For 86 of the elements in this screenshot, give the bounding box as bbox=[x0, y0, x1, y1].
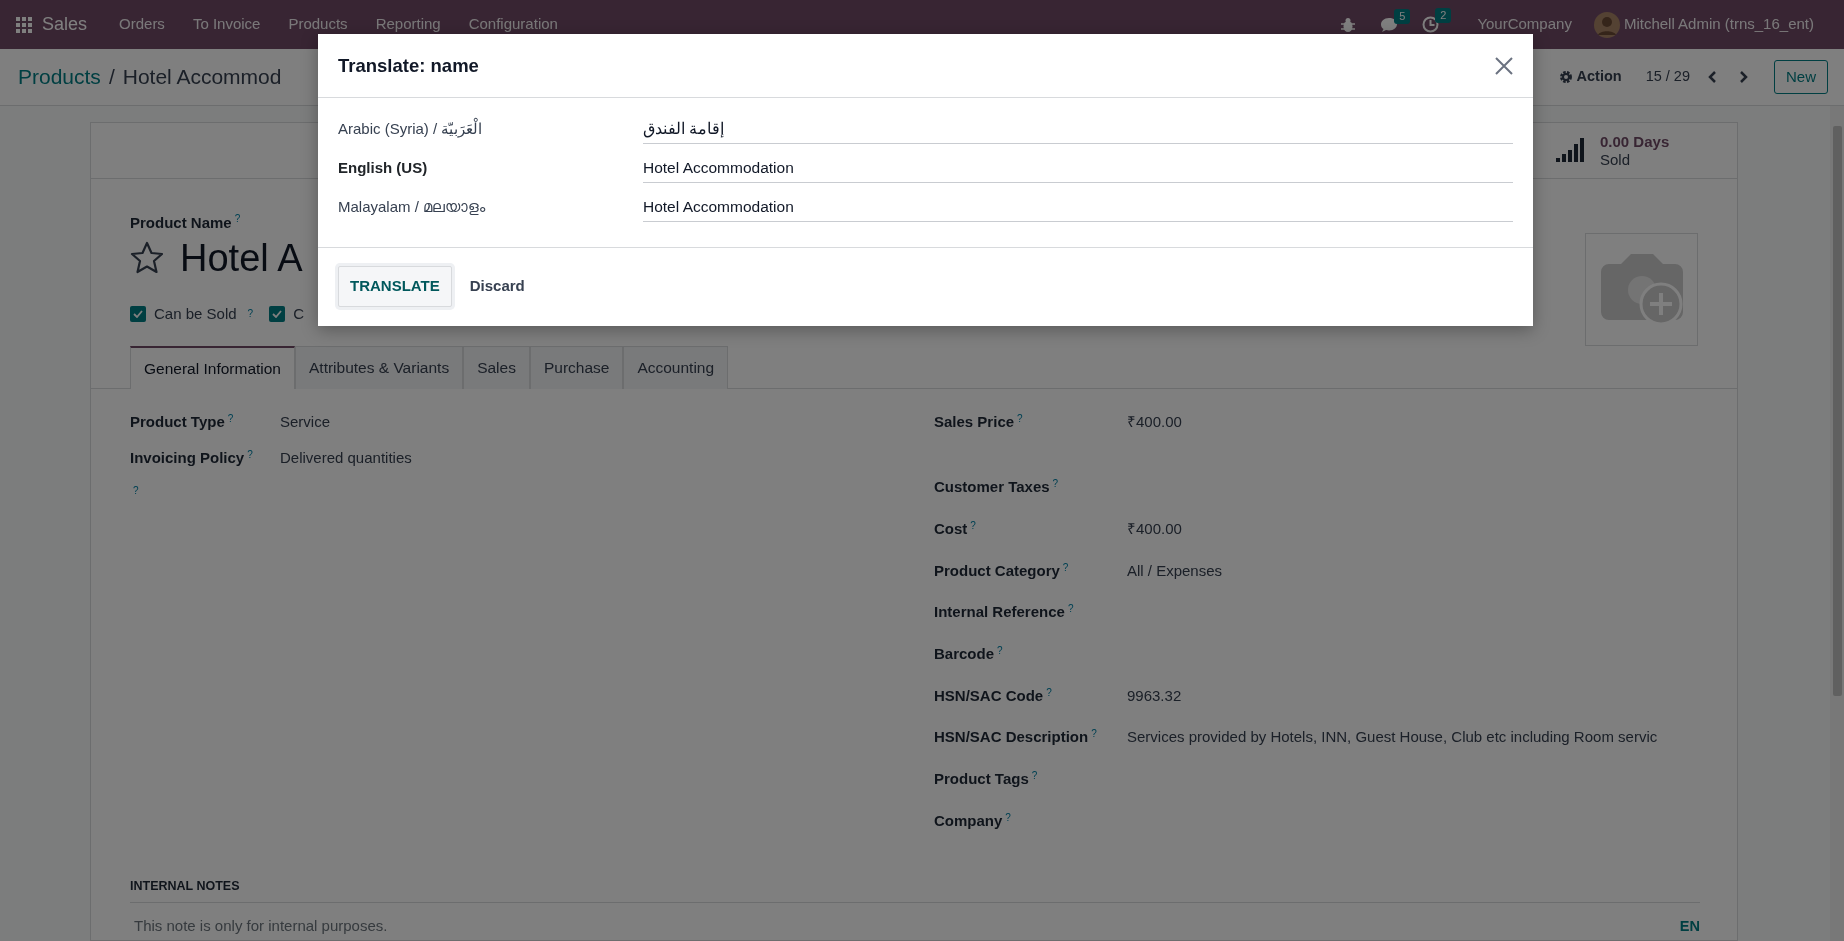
field-label: Invoicing Policy bbox=[130, 448, 245, 469]
bug-icon[interactable] bbox=[1340, 16, 1357, 33]
tab[interactable]: Attributes & Variants bbox=[295, 346, 464, 390]
help-mark[interactable]: ? bbox=[1017, 411, 1023, 427]
notes-placeholder[interactable]: This note is only for internal purposes. bbox=[130, 915, 388, 938]
count-badge: 2 bbox=[1435, 8, 1452, 24]
clock-icon[interactable] bbox=[1422, 16, 1440, 33]
chat-icon[interactable] bbox=[1380, 16, 1399, 33]
tab[interactable]: Purchase bbox=[529, 346, 624, 390]
scrollbar-thumb[interactable] bbox=[1833, 126, 1842, 696]
field-value: Delivered quantities bbox=[280, 448, 412, 469]
menu-item[interactable]: To Invoice bbox=[178, 13, 275, 36]
count-badge: 5 bbox=[1394, 8, 1411, 24]
breadcrumb-separator: / bbox=[107, 64, 116, 91]
new-button[interactable]: New bbox=[1774, 59, 1828, 95]
help-mark[interactable]: ? bbox=[247, 447, 253, 463]
tab[interactable]: Accounting bbox=[623, 346, 729, 390]
field-label: Product Category bbox=[934, 560, 1060, 581]
breadcrumb-link[interactable]: Products bbox=[18, 61, 101, 93]
checkbox[interactable] bbox=[130, 305, 146, 322]
company-name[interactable]: YourCompany bbox=[1463, 13, 1586, 36]
field-label: Product Tags bbox=[934, 769, 1029, 790]
checkbox-label: Can be Sold bbox=[154, 303, 237, 324]
help-mark[interactable]: ? bbox=[234, 213, 241, 224]
field-value: ₹400.00 bbox=[1127, 412, 1182, 433]
field-label: Sales Price bbox=[934, 412, 1015, 433]
field-label: Product Type bbox=[130, 412, 225, 433]
help-mark[interactable]: ? bbox=[997, 643, 1003, 658]
language-code[interactable]: EN bbox=[1679, 915, 1700, 938]
translation-field[interactable]: إقامة الفندق bbox=[643, 114, 1513, 145]
help-mark[interactable]: ? bbox=[227, 411, 234, 427]
checkbox-label: C bbox=[293, 303, 304, 324]
close-icon[interactable] bbox=[1495, 56, 1513, 75]
help-mark[interactable]: ? bbox=[247, 306, 254, 322]
field-label: Customer Taxes bbox=[934, 477, 1050, 498]
translation-field[interactable]: Hotel Accommodation bbox=[643, 153, 1513, 184]
pager-value[interactable]: 15 / 29 bbox=[1645, 66, 1690, 88]
help-mark[interactable]: ? bbox=[1067, 601, 1074, 617]
checkmark-icon[interactable] bbox=[133, 309, 143, 318]
help-mark[interactable]: ? bbox=[970, 517, 976, 533]
help-mark[interactable]: ? bbox=[1091, 726, 1097, 742]
tab[interactable]: General Information bbox=[130, 346, 295, 390]
field-label: Product Name bbox=[130, 213, 232, 231]
translation-field[interactable]: Hotel Accommodation bbox=[643, 192, 1513, 223]
translate-button[interactable]: TRANSLATE bbox=[338, 266, 452, 307]
checkbox[interactable] bbox=[269, 305, 286, 322]
language-label: Arabic (Syria) / الْعَرَبيّة bbox=[338, 118, 643, 141]
help-mark[interactable]: ? bbox=[1005, 809, 1011, 825]
product-title: Hotel A bbox=[180, 238, 303, 277]
app-name[interactable]: Sales bbox=[32, 11, 106, 38]
language-label: English (US) bbox=[338, 158, 429, 179]
tab[interactable]: Sales bbox=[463, 346, 530, 390]
stat-value: 0.00 Days bbox=[1600, 132, 1670, 151]
language-label: Malayalam / മലയാളം bbox=[338, 197, 487, 218]
menu-item[interactable]: Configuration bbox=[454, 13, 572, 36]
user-name[interactable]: Mitchell Admin (trns_16_ent) bbox=[1619, 13, 1828, 36]
field-label: HSN/SAC Code bbox=[934, 685, 1044, 706]
dialog-title: Translate: name bbox=[338, 53, 479, 78]
signal-bars-icon bbox=[1556, 137, 1584, 164]
field-value: 9963.32 bbox=[1127, 685, 1182, 706]
field-label: Cost bbox=[934, 518, 968, 539]
gear-icon[interactable] bbox=[1558, 70, 1573, 84]
field-value: ₹400.00 bbox=[1127, 518, 1182, 539]
help-mark[interactable]: ? bbox=[133, 483, 139, 499]
field-value: All / Expenses bbox=[1127, 560, 1223, 581]
field-label: HSN/SAC Description bbox=[934, 727, 1089, 748]
help-mark[interactable]: ? bbox=[1052, 476, 1059, 492]
field-label: Internal Reference bbox=[934, 602, 1065, 623]
breadcrumb-current: Hotel Accommod bbox=[122, 64, 282, 91]
field-label: Company bbox=[934, 810, 1003, 831]
section-heading: INTERNAL NOTES bbox=[130, 877, 1700, 904]
star-icon[interactable] bbox=[130, 240, 164, 275]
menu-item[interactable]: Reporting bbox=[361, 13, 455, 36]
help-mark[interactable]: ? bbox=[1062, 559, 1069, 575]
field-label: Barcode bbox=[934, 644, 995, 664]
apps-menu-icon[interactable] bbox=[16, 16, 32, 33]
discard-button[interactable]: Discard bbox=[459, 267, 535, 306]
checkmark-icon[interactable] bbox=[272, 309, 283, 318]
field-value: Service bbox=[280, 412, 331, 433]
action-menu[interactable]: Action bbox=[1572, 66, 1622, 88]
field-value: Services provided by Hotels, INN, Guest House, Club etc including Room servic bbox=[1127, 727, 1658, 748]
menu-item[interactable]: Products bbox=[274, 13, 362, 36]
help-mark[interactable]: ? bbox=[1046, 684, 1052, 700]
stat-label: Sold bbox=[1600, 150, 1632, 169]
menu-item[interactable]: Orders bbox=[105, 13, 179, 36]
help-mark[interactable]: ? bbox=[1031, 768, 1038, 784]
